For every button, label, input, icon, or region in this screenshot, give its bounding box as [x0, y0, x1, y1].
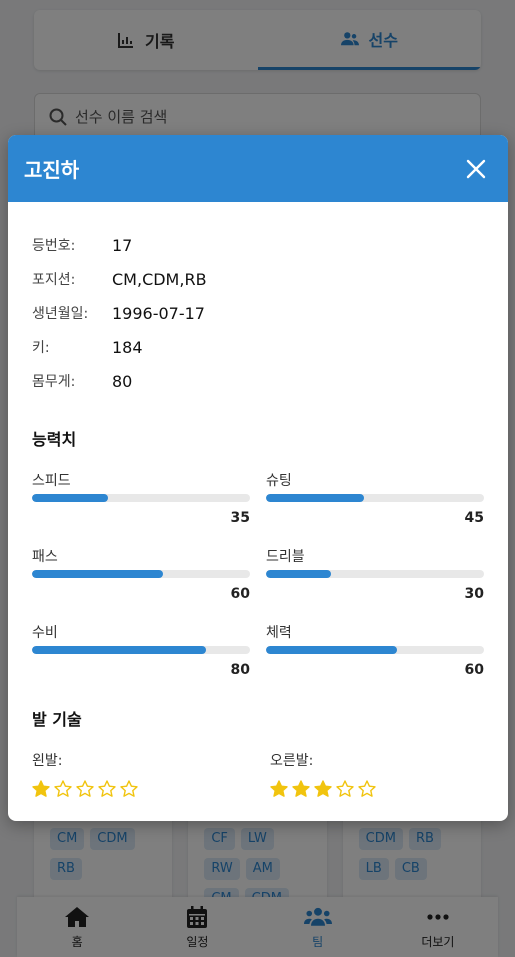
- foot-label: 오른발:: [270, 753, 314, 769]
- stat-value: 80: [230, 662, 250, 678]
- stat-bar: [266, 646, 484, 654]
- stat-item: 드리블 30: [266, 546, 484, 602]
- stat-bar-fill: [266, 646, 397, 654]
- player-detail-modal: 고진하 등번호: 17 포지션: CM,CDM,RB 생년월일: 1996-07…: [8, 135, 508, 821]
- stat-name: 스피드: [32, 473, 71, 489]
- stat-bar-fill: [32, 494, 109, 502]
- stat-value: 45: [464, 510, 484, 526]
- feet-grid: 왼발: 오른발:: [32, 750, 484, 798]
- stat-bar: [266, 570, 484, 578]
- star-empty-icon: [120, 780, 138, 797]
- info-row-position: 포지션: CM,CDM,RB: [32, 262, 484, 296]
- info-value: CM,CDM,RB: [112, 269, 207, 289]
- info-row-weight: 몸무게: 80: [32, 364, 484, 398]
- stat-item: 스피드 35: [32, 470, 250, 526]
- stats-section-title: 능력치: [32, 430, 77, 449]
- stat-name: 수비: [32, 625, 58, 641]
- info-label: 포지션:: [32, 272, 76, 288]
- info-value: 80: [112, 371, 133, 391]
- star-filled-icon: [270, 780, 288, 797]
- stat-bar-fill: [266, 494, 365, 502]
- modal-body: 등번호: 17 포지션: CM,CDM,RB 생년월일: 1996-07-17 …: [8, 202, 508, 798]
- star-empty-icon: [54, 780, 72, 797]
- player-info: 등번호: 17 포지션: CM,CDM,RB 생년월일: 1996-07-17 …: [32, 228, 484, 398]
- star-empty-icon: [76, 780, 94, 797]
- info-value: 17: [112, 235, 133, 255]
- info-row-number: 등번호: 17: [32, 228, 484, 262]
- star-filled-icon: [32, 780, 50, 797]
- stat-bar: [32, 570, 250, 578]
- stat-item: 수비 80: [32, 622, 250, 678]
- foot-rating: 오른발:: [270, 750, 470, 798]
- star-empty-icon: [98, 780, 116, 797]
- star-empty-icon: [358, 780, 376, 797]
- stat-item: 슈팅 45: [266, 470, 484, 526]
- stat-bar-fill: [32, 570, 163, 578]
- close-button[interactable]: [462, 155, 490, 183]
- info-label: 키:: [32, 340, 50, 356]
- star-empty-icon: [336, 780, 354, 797]
- stats-grid: 스피드 35 슈팅 45 패스 60 드리블 30 수비 80 체력 60: [32, 470, 484, 678]
- star-filled-icon: [314, 780, 332, 797]
- foot-label: 왼발:: [32, 753, 63, 769]
- stat-value: 30: [464, 586, 484, 602]
- player-name-title: 고진하: [24, 158, 80, 182]
- stat-name: 패스: [32, 549, 58, 565]
- stat-bar: [32, 494, 250, 502]
- feet-section-title: 발 기술: [32, 710, 82, 729]
- star-rating: [270, 780, 470, 798]
- stat-value: 60: [464, 662, 484, 678]
- info-row-height: 키: 184: [32, 330, 484, 364]
- stat-bar-fill: [266, 570, 332, 578]
- close-icon: [466, 159, 486, 178]
- stat-name: 슈팅: [266, 473, 292, 489]
- stat-value: 60: [230, 586, 250, 602]
- stat-item: 패스 60: [32, 546, 250, 602]
- info-label: 등번호:: [32, 238, 76, 254]
- info-label: 몸무게:: [32, 374, 76, 390]
- stat-name: 체력: [266, 625, 292, 641]
- stat-item: 체력 60: [266, 622, 484, 678]
- stat-bar: [266, 494, 484, 502]
- stat-value: 35: [230, 510, 250, 526]
- info-row-birthdate: 생년월일: 1996-07-17: [32, 296, 484, 330]
- info-value: 184: [112, 337, 143, 357]
- info-value: 1996-07-17: [112, 303, 205, 323]
- modal-header: 고진하: [8, 135, 508, 202]
- star-filled-icon: [292, 780, 310, 797]
- stat-bar: [32, 646, 250, 654]
- star-rating: [32, 780, 270, 798]
- stat-bar-fill: [32, 646, 207, 654]
- stat-name: 드리블: [266, 549, 305, 565]
- info-label: 생년월일:: [32, 306, 89, 322]
- foot-rating: 왼발:: [32, 750, 270, 798]
